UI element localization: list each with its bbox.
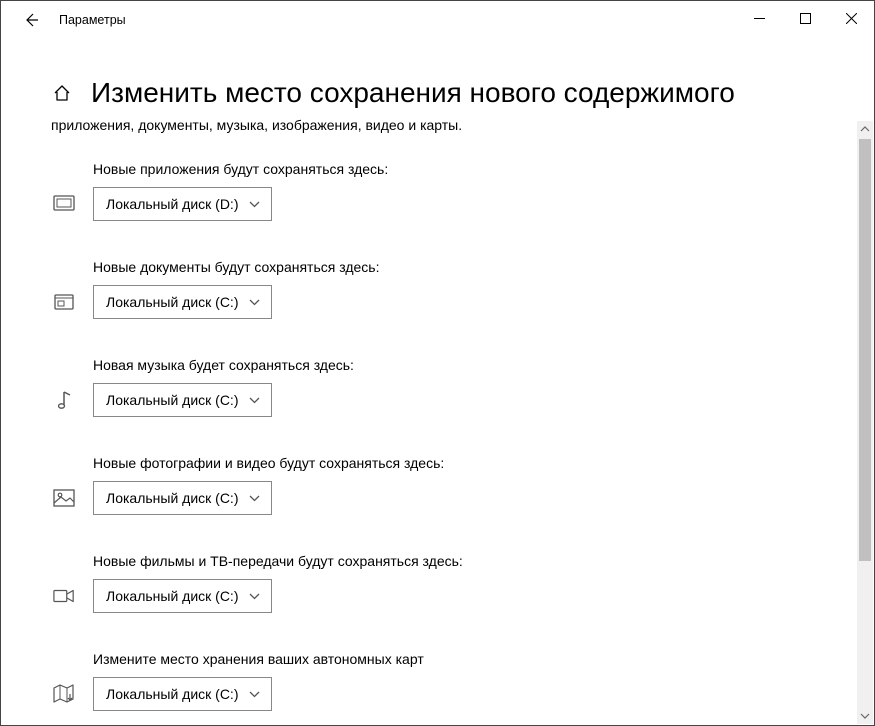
setting-movies: Новые фильмы и ТВ-передачи будут сохраня…	[53, 553, 874, 613]
page-subtitle: приложения, документы, музыка, изображен…	[1, 113, 874, 133]
dropdown-value: Локальный диск (C:)	[106, 294, 239, 310]
music-icon	[53, 389, 75, 411]
setting-label: Новая музыка будет сохраняться здесь:	[93, 357, 874, 373]
setting-maps: Измените место хранения ваших автономных…	[53, 651, 874, 711]
setting-apps: Новые приложения будут сохраняться здесь…	[53, 161, 874, 221]
chevron-down-icon	[249, 198, 261, 210]
minimize-icon	[754, 13, 765, 24]
dropdown-value: Локальный диск (D:)	[106, 196, 239, 212]
maximize-icon	[800, 13, 811, 24]
chevron-down-icon	[249, 688, 261, 700]
setting-documents: Новые документы будут сохраняться здесь:…	[53, 259, 874, 319]
dropdown-value: Локальный диск (C:)	[106, 588, 239, 604]
home-icon	[52, 83, 72, 103]
scrollbar-down-icon[interactable]	[857, 708, 873, 724]
window-controls	[736, 1, 874, 35]
close-button[interactable]	[828, 1, 874, 35]
documents-location-dropdown[interactable]: Локальный диск (C:)	[93, 285, 272, 319]
photos-location-dropdown[interactable]: Локальный диск (C:)	[93, 481, 272, 515]
app-icon	[53, 193, 75, 215]
setting-photos: Новые фотографии и видео будут сохранять…	[53, 455, 874, 515]
photo-icon	[53, 487, 75, 509]
arrow-left-icon	[23, 12, 39, 28]
minimize-button[interactable]	[736, 1, 782, 35]
setting-label: Новые приложения будут сохраняться здесь…	[93, 161, 874, 177]
apps-location-dropdown[interactable]: Локальный диск (D:)	[93, 187, 272, 221]
music-location-dropdown[interactable]: Локальный диск (C:)	[93, 383, 272, 417]
maps-location-dropdown[interactable]: Локальный диск (C:)	[93, 677, 272, 711]
settings-list: Новые приложения будут сохраняться здесь…	[1, 133, 874, 711]
window-title: Параметры	[59, 13, 126, 27]
video-icon	[53, 585, 75, 607]
chevron-down-icon	[249, 492, 261, 504]
scrollbar-up-icon[interactable]	[857, 121, 873, 137]
scrollbar-thumb[interactable]	[859, 139, 871, 561]
scrollbar[interactable]	[857, 121, 873, 724]
home-button[interactable]	[51, 82, 73, 104]
titlebar: Параметры	[1, 1, 874, 39]
chevron-down-icon	[249, 394, 261, 406]
page-header: Изменить место сохранения нового содержи…	[1, 39, 874, 113]
page-title: Изменить место сохранения нового содержи…	[91, 77, 735, 109]
document-icon	[53, 291, 75, 313]
maximize-button[interactable]	[782, 1, 828, 35]
chevron-down-icon	[249, 296, 261, 308]
chevron-down-icon	[249, 590, 261, 602]
dropdown-value: Локальный диск (C:)	[106, 686, 239, 702]
setting-label: Измените место хранения ваших автономных…	[93, 651, 874, 667]
dropdown-value: Локальный диск (C:)	[106, 392, 239, 408]
setting-music: Новая музыка будет сохраняться здесь: Ло…	[53, 357, 874, 417]
setting-label: Новые документы будут сохраняться здесь:	[93, 259, 874, 275]
setting-label: Новые фильмы и ТВ-передачи будут сохраня…	[93, 553, 874, 569]
back-button[interactable]	[9, 1, 53, 39]
dropdown-value: Локальный диск (C:)	[106, 490, 239, 506]
setting-label: Новые фотографии и видео будут сохранять…	[93, 455, 874, 471]
map-icon	[53, 683, 75, 705]
movies-location-dropdown[interactable]: Локальный диск (C:)	[93, 579, 272, 613]
close-icon	[846, 13, 857, 24]
